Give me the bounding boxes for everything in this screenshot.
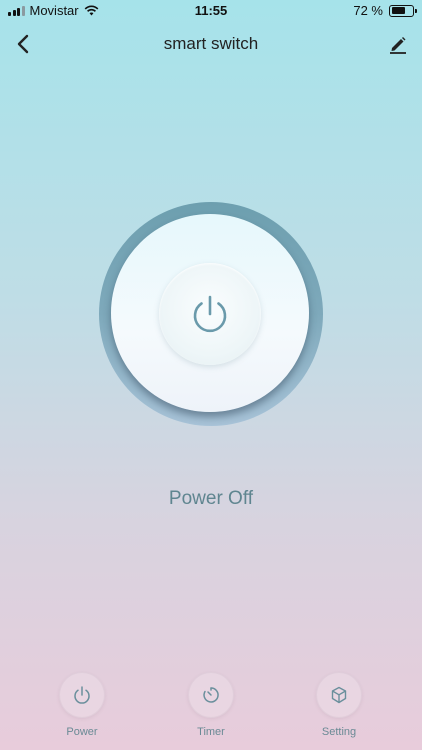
tab-timer[interactable]: Timer [166,672,256,738]
tab-timer-label: Timer [197,726,225,738]
tab-setting-circle [316,672,362,718]
power-icon [193,295,227,333]
tab-power-circle [59,672,105,718]
power-icon [74,686,90,704]
battery-percent: 72 % [353,3,383,18]
tab-setting[interactable]: Setting [294,672,384,738]
pencil-icon [390,37,406,54]
battery-icon [389,4,417,17]
edit-button[interactable] [386,32,410,56]
power-status-text: Power Off [168,488,254,509]
tab-setting-label: Setting [321,726,357,738]
tab-power-label: Power [66,726,98,738]
cube-icon [331,686,347,704]
power-button-ring [99,202,323,426]
tab-power[interactable]: Power [37,672,127,738]
timer-icon [203,687,219,703]
battery-fill [391,7,406,14]
power-toggle-button[interactable] [111,214,309,412]
tab-timer-circle [188,672,234,718]
status-bar: Movistar 11:55 72 % [0,0,422,22]
power-button-center [159,263,261,365]
page-title: smart switch [163,34,259,53]
status-right: 72 % [353,3,417,18]
nav-bar: smart switch [0,24,422,64]
